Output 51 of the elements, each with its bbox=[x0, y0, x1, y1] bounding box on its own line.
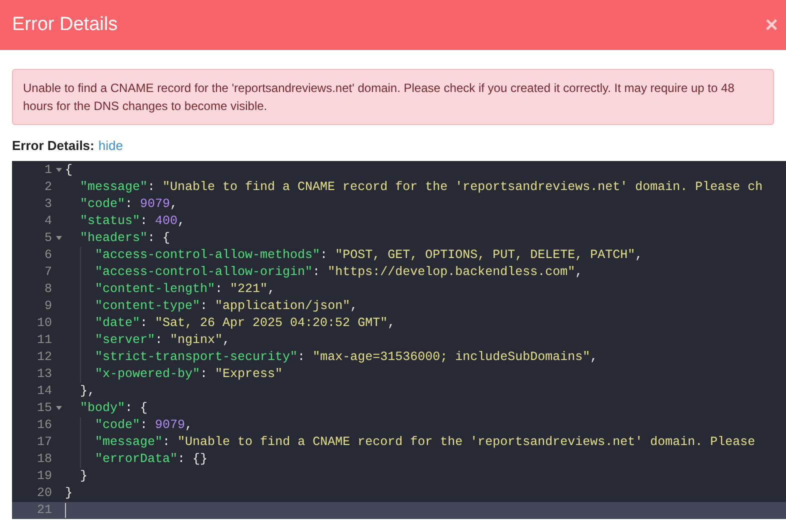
line-number: 13 bbox=[36, 366, 52, 382]
line-number: 2 bbox=[44, 178, 52, 196]
line-number: 16 bbox=[36, 416, 52, 434]
line-number: 20 bbox=[36, 484, 52, 502]
line-number: 21 bbox=[36, 502, 52, 518]
code-line: } bbox=[65, 484, 73, 502]
hide-link[interactable]: hide bbox=[98, 136, 123, 156]
code-line: "content-type": "application/json", bbox=[94, 298, 358, 314]
text-cursor bbox=[65, 502, 66, 518]
line-number: 12 bbox=[36, 348, 52, 366]
code-line: "code": 9079, bbox=[79, 196, 178, 212]
line-number: 9 bbox=[44, 298, 52, 314]
dialog-title: Error Details bbox=[12, 12, 118, 37]
code-line: } bbox=[79, 468, 88, 484]
line-number: 10 bbox=[36, 314, 52, 332]
error-alert: Unable to find a CNAME record for the 'reportsandreviews.net' domain. Please check if you created it correctly. It may require up to 48 hours for the DNS changes to become visible. bbox=[12, 69, 774, 125]
line-number: 5 bbox=[44, 230, 52, 246]
fold-arrow-icon[interactable] bbox=[56, 168, 62, 172]
code-editor[interactable] bbox=[12, 160, 786, 518]
code-line: { bbox=[65, 162, 73, 178]
details-label: Error Details: bbox=[12, 137, 94, 155]
code-line: "content-length": "221", bbox=[94, 280, 276, 298]
code-line: "message": "Unable to find a CNAME record for the 'reportsandreviews.net' domain. Please ch bbox=[79, 178, 763, 196]
line-number: 15 bbox=[36, 400, 52, 416]
code-line: "errorData": {} bbox=[94, 450, 208, 468]
line-number: 8 bbox=[44, 280, 52, 298]
code-line: }, bbox=[79, 382, 96, 400]
line-number: 18 bbox=[36, 450, 52, 468]
code-line: "strict-transport-security": "max-age=31536000; includeSubDomains", bbox=[94, 348, 598, 366]
code-line: "body": { bbox=[79, 400, 148, 416]
code-line: "date": "Sat, 26 Apr 2025 04:20:52 GMT", bbox=[94, 314, 396, 332]
fold-arrow-icon[interactable] bbox=[56, 236, 62, 240]
line-number: 14 bbox=[36, 382, 52, 400]
line-number: 4 bbox=[44, 212, 52, 230]
code-line: "code": 9079, bbox=[94, 416, 193, 434]
close-button[interactable]: × bbox=[761, 14, 782, 36]
line-number: 17 bbox=[36, 434, 52, 450]
line-number: 19 bbox=[36, 468, 52, 484]
line-number: 1 bbox=[44, 162, 52, 178]
code-line: "x-powered-by": "Express" bbox=[94, 366, 283, 382]
code-line: "message": "Unable to find a CNAME record for the 'reportsandreviews.net' domain. Please bbox=[94, 434, 756, 450]
code-line: "access-control-allow-methods": "POST, GET, OPTIONS, PUT, DELETE, PATCH", bbox=[94, 246, 643, 264]
line-number: 11 bbox=[36, 332, 52, 348]
line-number: 6 bbox=[44, 246, 52, 264]
line-number: 3 bbox=[44, 196, 52, 212]
line-number: 7 bbox=[44, 264, 52, 280]
fold-arrow-icon[interactable] bbox=[56, 406, 62, 410]
code-line: "access-control-allow-origin": "https://develop.backendless.com", bbox=[94, 264, 583, 280]
code-line: "server": "nginx", bbox=[94, 332, 230, 348]
code-line: "status": 400, bbox=[79, 212, 186, 230]
code-line: "headers": { bbox=[79, 230, 170, 246]
